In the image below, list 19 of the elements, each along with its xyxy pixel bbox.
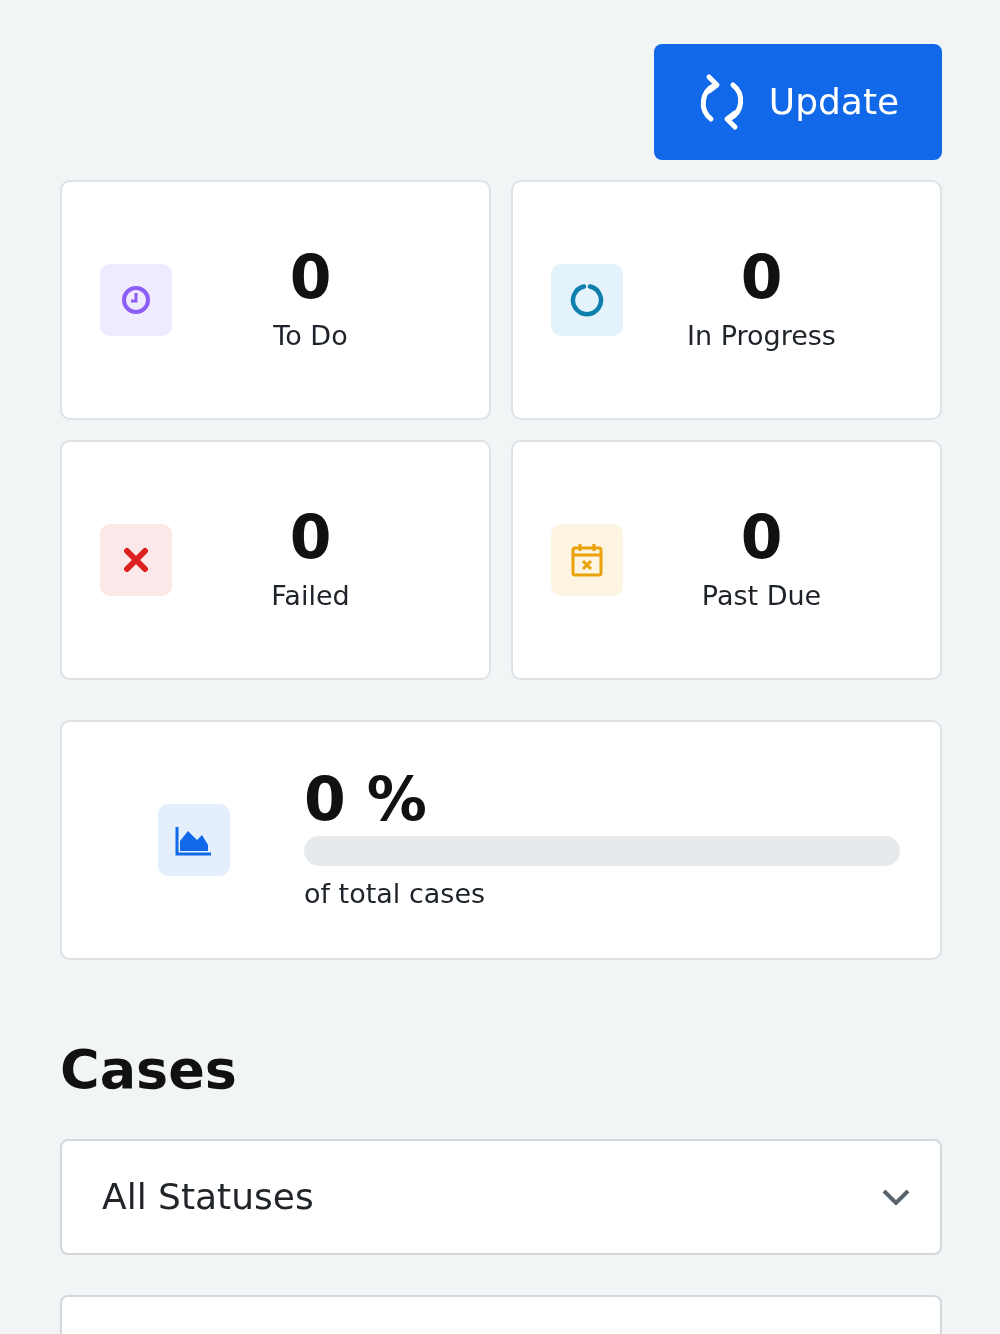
stat-label: In Progress (687, 318, 836, 353)
area-chart-icon (158, 804, 230, 876)
stat-label: Failed (271, 578, 350, 613)
section-title: Cases (60, 1040, 238, 1100)
stat-count: 0 (289, 503, 332, 570)
loading-ring-icon (551, 264, 623, 336)
stat-count: 0 (289, 243, 332, 310)
chevron-down-icon (882, 1189, 910, 1206)
stat-count: 0 (740, 243, 783, 310)
clock-icon (100, 264, 172, 336)
stat-label: Past Due (701, 578, 822, 613)
stat-count: 0 (740, 503, 783, 570)
calendar-icon (551, 524, 623, 596)
percentage: 0 % (304, 765, 428, 832)
cross-icon (100, 524, 172, 596)
caption: of total cases (304, 876, 487, 911)
stat-label: To Do (273, 318, 348, 353)
status-select[interactable]: All Statuses (60, 1139, 942, 1256)
update-button[interactable]: Update (654, 44, 942, 160)
